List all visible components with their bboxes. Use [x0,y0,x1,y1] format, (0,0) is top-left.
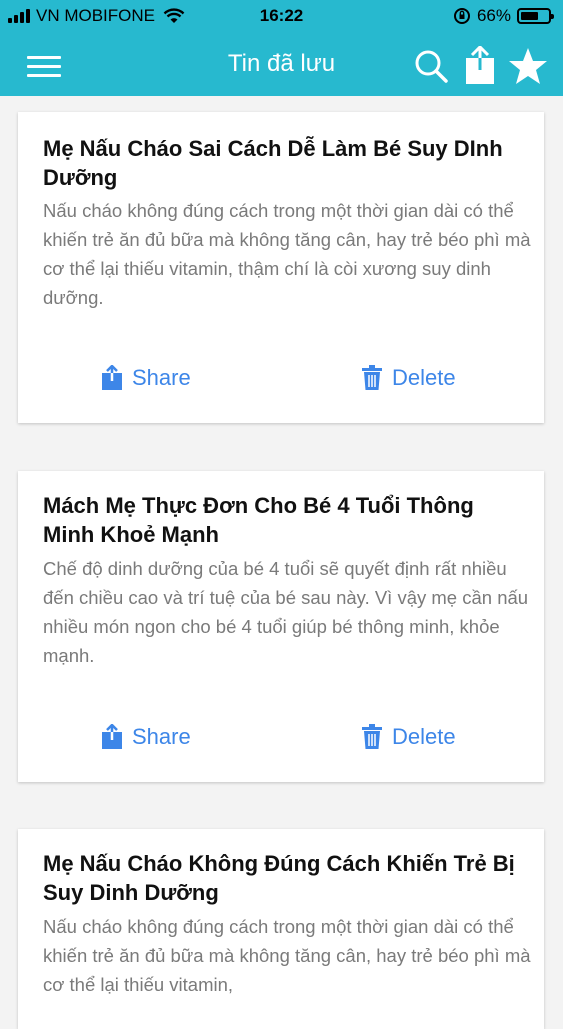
article-description: Nấu cháo không đúng cách trong một thời … [43,916,531,995]
share-button[interactable]: Share [101,365,191,391]
delete-button[interactable]: Delete [361,365,456,391]
orientation-lock-icon [453,8,470,24]
article-description: Nấu cháo không đúng cách trong một thời … [43,200,531,308]
battery-icon [517,8,554,24]
share-icon [102,365,122,390]
delete-button[interactable]: Delete [361,724,456,750]
share-button[interactable]: Share [101,724,191,750]
trash-icon [362,365,382,390]
share-icon[interactable] [460,46,500,86]
delete-label: Delete [392,365,456,390]
share-label: Share [132,724,191,749]
share-icon [102,724,122,749]
search-icon[interactable] [411,46,451,86]
trash-icon [362,724,382,749]
article-card[interactable]: Mẹ Nấu Cháo Không Đúng Cách Khiến Trẻ Bị… [18,829,544,1029]
battery-percent: 66% [476,6,511,25]
article-title[interactable]: Mách Mẹ Thực Đơn Cho Bé 4 Tuổi Thông Min… [43,491,523,549]
star-icon[interactable] [508,46,548,86]
article-card[interactable]: Mẹ Nấu Cháo Sai Cách Dễ Làm Bé Suy DInh … [18,112,544,423]
article-title[interactable]: Mẹ Nấu Cháo Sai Cách Dễ Làm Bé Suy DInh … [43,134,523,192]
app-header: VN MOBIFONE 16:22 66% Tin đã lưu [0,0,563,96]
share-label: Share [132,365,191,390]
delete-label: Delete [392,724,456,749]
article-description: Chế độ dinh dưỡng của bé 4 tuổi sẽ quyết… [43,558,529,666]
status-bar: VN MOBIFONE 16:22 66% [0,0,563,32]
article-title[interactable]: Mẹ Nấu Cháo Không Đúng Cách Khiến Trẻ Bị… [43,849,523,907]
article-card[interactable]: Mách Mẹ Thực Đơn Cho Bé 4 Tuổi Thông Min… [18,471,544,782]
navigation-bar: Tin đã lưu [0,34,563,96]
